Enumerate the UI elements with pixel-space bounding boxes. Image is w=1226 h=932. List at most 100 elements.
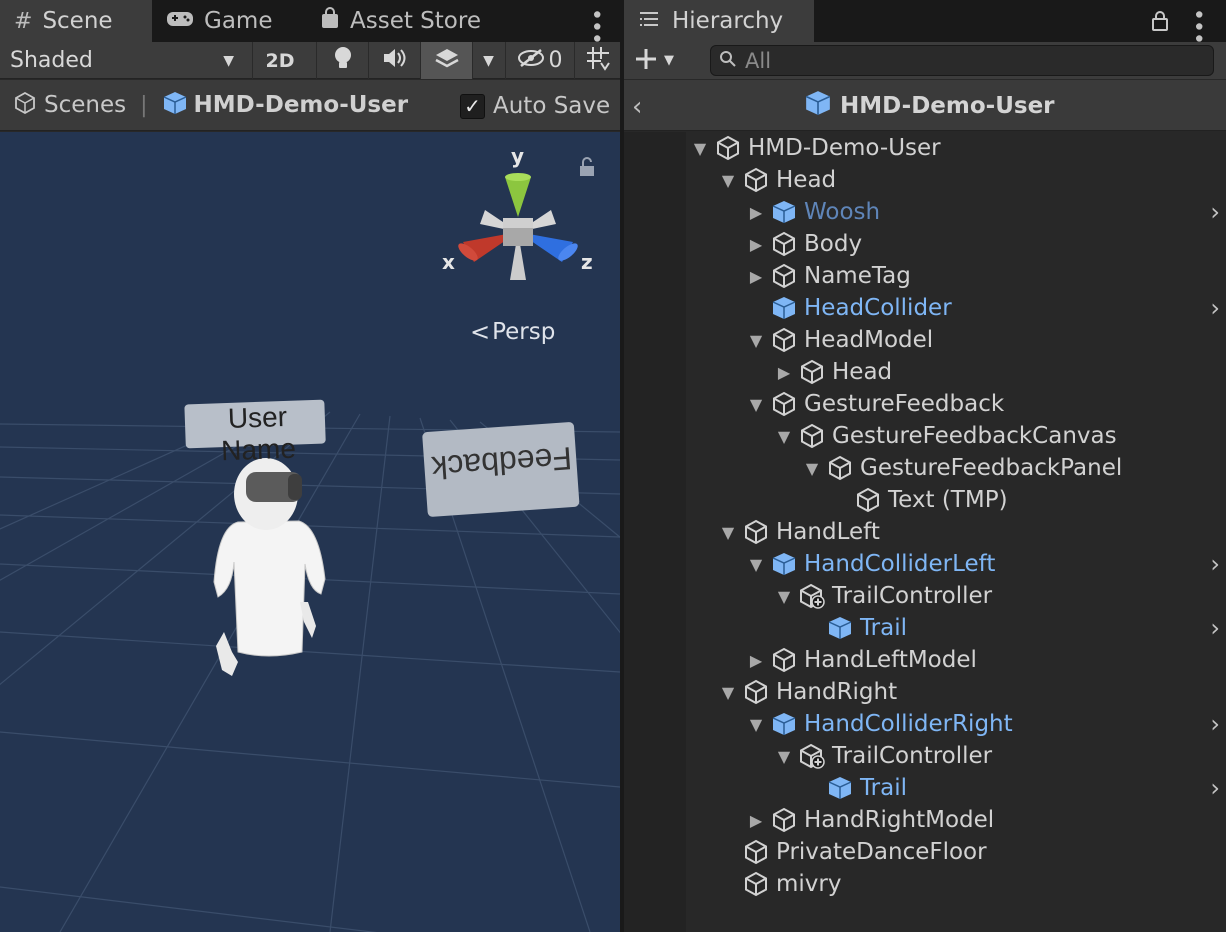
toggle-2d-label: 2D — [265, 49, 295, 72]
hierarchy-item-label: Body — [804, 231, 863, 257]
scene-tabbar: # Scene Game Asset Store ••• — [0, 0, 620, 44]
effects-toggle[interactable] — [420, 42, 472, 79]
collapse-arrow-icon[interactable]: ▶ — [770, 363, 798, 382]
open-prefab-chevron-icon[interactable]: › — [1210, 198, 1220, 226]
scene-more-icon[interactable]: ••• — [582, 8, 608, 44]
create-button[interactable]: ▼ — [634, 42, 674, 79]
tab-hierarchy[interactable]: Hierarchy — [624, 0, 814, 42]
scene-viewport[interactable]: y x z < Persp User Name Feedback — [0, 132, 620, 932]
draw-mode-dropdown[interactable]: Shaded ▼ — [0, 42, 244, 79]
open-prefab-chevron-icon[interactable]: › — [1210, 294, 1220, 322]
hierarchy-item[interactable]: ▶ HandLeftModel — [686, 644, 1226, 676]
expand-arrow-icon[interactable]: ▼ — [714, 683, 742, 702]
hierarchy-item[interactable]: ▶ Body — [686, 228, 1226, 260]
hierarchy-item[interactable]: ▼ GestureFeedbackCanvas — [686, 420, 1226, 452]
hierarchy-list-icon — [638, 8, 660, 34]
grid-snap-icon — [585, 45, 611, 77]
open-prefab-chevron-icon[interactable]: › — [1210, 550, 1220, 578]
hierarchy-item[interactable]: PrivateDanceFloor — [686, 836, 1226, 868]
breadcrumb-scenes[interactable]: Scenes — [44, 92, 126, 118]
hierarchy-item-label: Text (TMP) — [888, 487, 1008, 513]
layers-icon — [434, 47, 460, 75]
expand-arrow-icon[interactable]: ▼ — [714, 523, 742, 542]
hierarchy-item[interactable]: ▼ HandLeft — [686, 516, 1226, 548]
avatar-model — [213, 458, 326, 676]
hierarchy-item[interactable]: Trail › — [686, 612, 1226, 644]
open-prefab-chevron-icon[interactable]: › — [1210, 774, 1220, 802]
projection-toggle[interactable]: < Persp — [470, 318, 555, 346]
audio-toggle[interactable] — [368, 42, 420, 79]
hierarchy-item[interactable]: ▼ TrailController — [686, 580, 1226, 612]
expand-arrow-icon[interactable]: ▼ — [742, 555, 770, 574]
collapse-arrow-icon[interactable]: ▶ — [742, 203, 770, 222]
search-icon — [719, 49, 737, 73]
collapse-arrow-icon[interactable]: ▶ — [742, 811, 770, 830]
expand-arrow-icon[interactable]: ▼ — [742, 715, 770, 734]
expand-arrow-icon[interactable]: ▼ — [742, 395, 770, 414]
expand-arrow-icon[interactable]: ▼ — [798, 459, 826, 478]
expand-arrow-icon[interactable]: ▼ — [686, 139, 714, 158]
unity-logo-icon — [14, 91, 36, 118]
hierarchy-item[interactable]: ▼ HandColliderLeft › — [686, 548, 1226, 580]
hierarchy-item[interactable]: ▶ Head — [686, 356, 1226, 388]
hierarchy-item-label: GestureFeedbackPanel — [860, 455, 1123, 481]
expand-arrow-icon[interactable]: ▼ — [742, 331, 770, 350]
hierarchy-more-icon[interactable]: ••• — [1184, 8, 1210, 44]
prefab-icon — [770, 294, 798, 322]
hierarchy-tree: ▼ HMD-Demo-User ▼ Head ▶ Woosh › ▶ Body ▶ NameTag H… — [624, 132, 1226, 932]
hierarchy-search[interactable]: All — [710, 45, 1214, 76]
hierarchy-item[interactable]: Trail › — [686, 772, 1226, 804]
tab-game[interactable]: Game — [152, 0, 302, 42]
lighting-toggle[interactable] — [316, 42, 368, 79]
scene-toolbar: Shaded ▼ 2D ▼ 0 — [0, 42, 620, 79]
hierarchy-item[interactable]: ▼ TrailController — [686, 740, 1226, 772]
toggle-2d-button[interactable]: 2D — [252, 42, 307, 79]
lock-icon[interactable] — [1151, 10, 1169, 36]
tab-asset-store-label: Asset Store — [350, 8, 481, 34]
gameobject-icon — [770, 262, 798, 290]
hierarchy-item-label: HeadCollider — [804, 295, 952, 321]
open-prefab-chevron-icon[interactable]: › — [1210, 710, 1220, 738]
tab-hierarchy-label: Hierarchy — [672, 8, 784, 34]
effects-dropdown[interactable]: ▼ — [472, 42, 504, 79]
expand-arrow-icon[interactable]: ▼ — [770, 587, 798, 606]
prefab-header-label: HMD-Demo-User — [840, 92, 1055, 119]
collapse-arrow-icon[interactable]: ▶ — [742, 651, 770, 670]
hierarchy-item[interactable]: ▶ NameTag — [686, 260, 1226, 292]
grid-snap-toggle[interactable] — [574, 42, 620, 79]
hierarchy-item[interactable]: ▼ Head — [686, 164, 1226, 196]
hierarchy-item-label: Head — [776, 167, 837, 193]
hierarchy-item-label: PrivateDanceFloor — [776, 839, 987, 865]
breadcrumb-prefab[interactable]: HMD-Demo-User — [194, 92, 409, 118]
auto-save-toggle[interactable]: ✓ Auto Save — [460, 93, 610, 119]
tab-scene[interactable]: # Scene — [0, 0, 152, 42]
hierarchy-item[interactable]: ▼ HandColliderRight › — [686, 708, 1226, 740]
hierarchy-item[interactable]: ▼ HMD-Demo-User — [686, 132, 1226, 164]
hierarchy-item[interactable]: Text (TMP) — [686, 484, 1226, 516]
hierarchy-item[interactable]: ▶ HandRightModel — [686, 804, 1226, 836]
hierarchy-item-label: Head — [832, 359, 893, 385]
hierarchy-item[interactable]: ▼ GestureFeedbackPanel — [686, 452, 1226, 484]
hierarchy-item[interactable]: mivry — [686, 868, 1226, 900]
collapse-arrow-icon[interactable]: ▶ — [742, 267, 770, 286]
expand-arrow-icon[interactable]: ▼ — [770, 747, 798, 766]
hierarchy-item[interactable]: ▼ HeadModel — [686, 324, 1226, 356]
open-prefab-chevron-icon[interactable]: › — [1210, 614, 1220, 642]
hierarchy-item-label: HandColliderRight — [804, 711, 1013, 737]
auto-save-checkbox[interactable]: ✓ — [460, 93, 485, 119]
breadcrumb-separator: | — [140, 92, 148, 118]
expand-arrow-icon[interactable]: ▼ — [770, 427, 798, 446]
tab-asset-store[interactable]: Asset Store — [306, 0, 506, 42]
hierarchy-item[interactable]: ▶ Woosh › — [686, 196, 1226, 228]
collapse-arrow-icon[interactable]: ▶ — [742, 235, 770, 254]
gameobject-icon — [742, 838, 770, 866]
gizmo-z-label: z — [581, 250, 593, 274]
hierarchy-item[interactable]: HeadCollider › — [686, 292, 1226, 324]
hierarchy-item[interactable]: ▼ HandRight — [686, 676, 1226, 708]
gameobject-icon — [770, 326, 798, 354]
expand-arrow-icon[interactable]: ▼ — [714, 171, 742, 190]
back-icon[interactable]: ‹ — [632, 92, 642, 122]
prefab-icon — [770, 550, 798, 578]
hierarchy-item[interactable]: ▼ GestureFeedback — [686, 388, 1226, 420]
hidden-objects-toggle[interactable]: 0 — [505, 42, 573, 79]
